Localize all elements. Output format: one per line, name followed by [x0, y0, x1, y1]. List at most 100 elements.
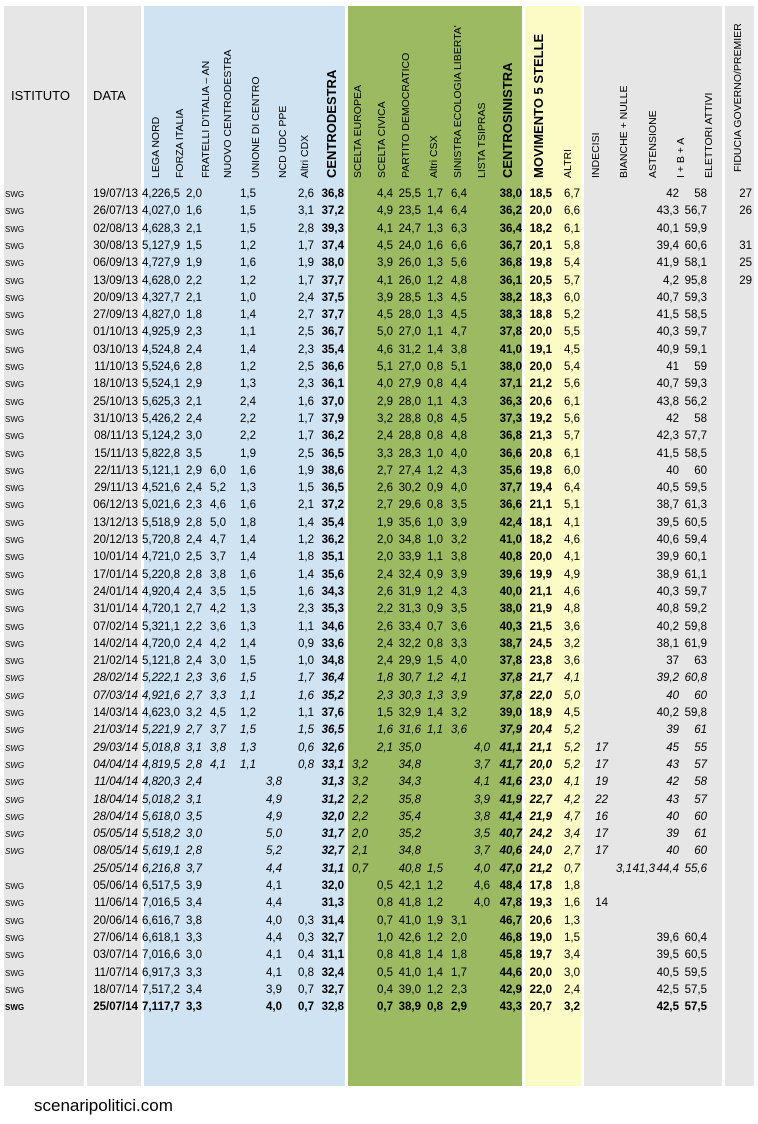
- cell-value: 59,8: [684, 620, 707, 633]
- cell-value: 1,8: [564, 880, 580, 892]
- cell-value: 5,6: [564, 378, 580, 391]
- cell-value: 4,7: [451, 326, 467, 339]
- cell-value: 3,6: [451, 620, 467, 633]
- cell-value: 1,2: [240, 274, 256, 287]
- cell-value: 3,2: [564, 637, 580, 650]
- cell-istituto: SWG: [5, 830, 25, 840]
- cell-value: 1,1: [240, 689, 256, 702]
- column-header: ASTENSIONE: [647, 110, 659, 178]
- cell-value: 37,5: [321, 291, 344, 304]
- cell-value: 6,4: [451, 188, 467, 200]
- cell-istituto: SWG: [5, 518, 25, 528]
- cell-value: 59,3: [684, 291, 707, 304]
- cell-value: 5,4: [564, 361, 580, 373]
- cell-istituto: SWG: [5, 328, 25, 338]
- cell-value: 5,8: [564, 239, 580, 252]
- cell-value: 5,5: [564, 326, 580, 339]
- table-row: SWG 06/09/13 4,7 27,9 1,9 1,6 1,9 38,0 3,9 26,0 1,…: [0, 255, 758, 272]
- cell-value: 4,9: [266, 810, 282, 823]
- cell-value: 60: [694, 689, 707, 702]
- cell-value: 2,4: [186, 776, 202, 789]
- cell-value: 17: [595, 828, 608, 841]
- footer-source: scenaripolitici.com: [34, 1096, 173, 1115]
- cell-value: 3,5: [186, 447, 202, 460]
- cell-value: 57,7: [684, 430, 707, 443]
- cell-value: 4,5: [451, 291, 467, 304]
- cell-value: 1,5: [427, 862, 443, 875]
- cell-value: 36,6: [321, 361, 344, 373]
- table-row: SWG 11/06/14 7,0 16,5 3,4 4,4 31,3 0,8 41,8 1,2 4,…: [0, 895, 758, 912]
- cell-value: 3,6: [564, 620, 580, 633]
- cell-value: 1,5: [240, 672, 256, 685]
- cell-value: 25: [739, 257, 752, 270]
- cell-value: 57: [694, 793, 707, 806]
- cell-value: 17: [595, 741, 608, 754]
- cell-value: 1,5: [240, 222, 256, 235]
- cell-value: 4,3: [451, 395, 467, 408]
- cell-value: 32,0: [321, 880, 344, 892]
- column-header: SINISTRA ECOLOGIA LIBERTA': [452, 25, 464, 178]
- cell-istituto: SWG: [5, 1003, 25, 1013]
- cell-value: 3,9: [186, 880, 202, 892]
- cell-istituto: SWG: [5, 293, 25, 303]
- cell-value: 4,9: [564, 568, 580, 581]
- cell-value: 60: [694, 464, 707, 477]
- cell-value: 2,2: [186, 274, 202, 287]
- cell-value: 61: [694, 724, 707, 737]
- cell-value: 3,2: [352, 776, 368, 789]
- cell-value: 2,2: [240, 412, 256, 425]
- cell-value: 60,5: [684, 516, 707, 529]
- cell-value: 36,4: [321, 672, 344, 685]
- cell-value: 4,8: [451, 430, 467, 443]
- cell-value: 1,9: [240, 447, 256, 460]
- cell-value: 5,1: [451, 361, 467, 373]
- cell-value: 59,2: [684, 603, 707, 616]
- cell-value: 2,1: [186, 395, 202, 408]
- cell-value: 60,4: [684, 931, 707, 944]
- table-row: SWG 11/10/13 5,5 24,6 2,8 1,2 2,5 36,6 5,1 27,0 0,…: [0, 359, 758, 376]
- cell-value: 60: [694, 845, 707, 858]
- cell-istituto: SWG: [5, 743, 25, 753]
- cell-value: 6,7: [564, 188, 580, 200]
- cell-value: 37,7: [321, 309, 344, 322]
- table-row: SWG 05/06/14 6,5 17,5 3,9 4,1 32,0 0,5 42,1 1,2 4,…: [0, 878, 758, 895]
- cell-value: 36,5: [321, 724, 344, 737]
- cell-value: 1,5: [186, 239, 202, 252]
- cell-value: 33,6: [321, 637, 344, 650]
- cell-value: 60: [694, 810, 707, 823]
- cell-value: 60,8: [684, 672, 707, 685]
- cell-value: 35,2: [321, 689, 344, 702]
- cell-value: 16: [595, 810, 608, 823]
- cell-value: 1,3: [240, 620, 256, 633]
- cell-value: 5,2: [564, 309, 580, 322]
- cell-value: 1,2: [240, 707, 256, 719]
- cell-value: 6,6: [564, 205, 580, 218]
- cell-value: 3,7: [186, 862, 202, 875]
- cell-istituto: SWG: [5, 536, 25, 545]
- cell-value: 61,3: [684, 499, 707, 512]
- cell-value: 4,3: [451, 585, 467, 598]
- cell-value: 1,8: [186, 309, 202, 322]
- cell-value: 3,3: [451, 637, 467, 650]
- cell-istituto: SWG: [5, 363, 25, 372]
- table-row: SWG 20/12/13 5,7 20,8 2,4 4,7 1,4 1,2 36,2 2,0 34,…: [0, 532, 758, 549]
- cell-value: 6,4: [451, 205, 467, 218]
- cell-value: 1,2: [427, 880, 443, 892]
- cell-value: 1,0: [240, 291, 256, 304]
- cell-value: 3,8: [266, 776, 282, 789]
- cell-istituto: SWG: [5, 449, 25, 459]
- table-row: SWG 13/12/13 5,5 18,9 2,8 5,0 1,8 1,4 35,4 1,9 35,…: [0, 515, 758, 532]
- cell-value: 3,6: [451, 724, 467, 737]
- cell-value: 4,5: [564, 707, 580, 719]
- cell-value: 3,2: [352, 758, 368, 771]
- cell-istituto: SWG: [5, 691, 25, 701]
- cell-value: 17: [595, 758, 608, 771]
- cell-value: 26: [739, 205, 752, 218]
- cell-value: 55: [694, 741, 707, 754]
- table-row: SWG 14/03/14 4,6 23,0 3,2 4,5 1,2 1,1 37,6 1,5 32,…: [0, 705, 758, 722]
- column-header: FIDUCIA GOVERNO/PREMIER: [732, 23, 744, 172]
- column-header: Altri CSX: [428, 135, 440, 178]
- cell-value: 63: [694, 655, 707, 668]
- cell-istituto: SWG: [5, 605, 25, 615]
- column-header: SCELTA EUROPEA: [352, 85, 364, 178]
